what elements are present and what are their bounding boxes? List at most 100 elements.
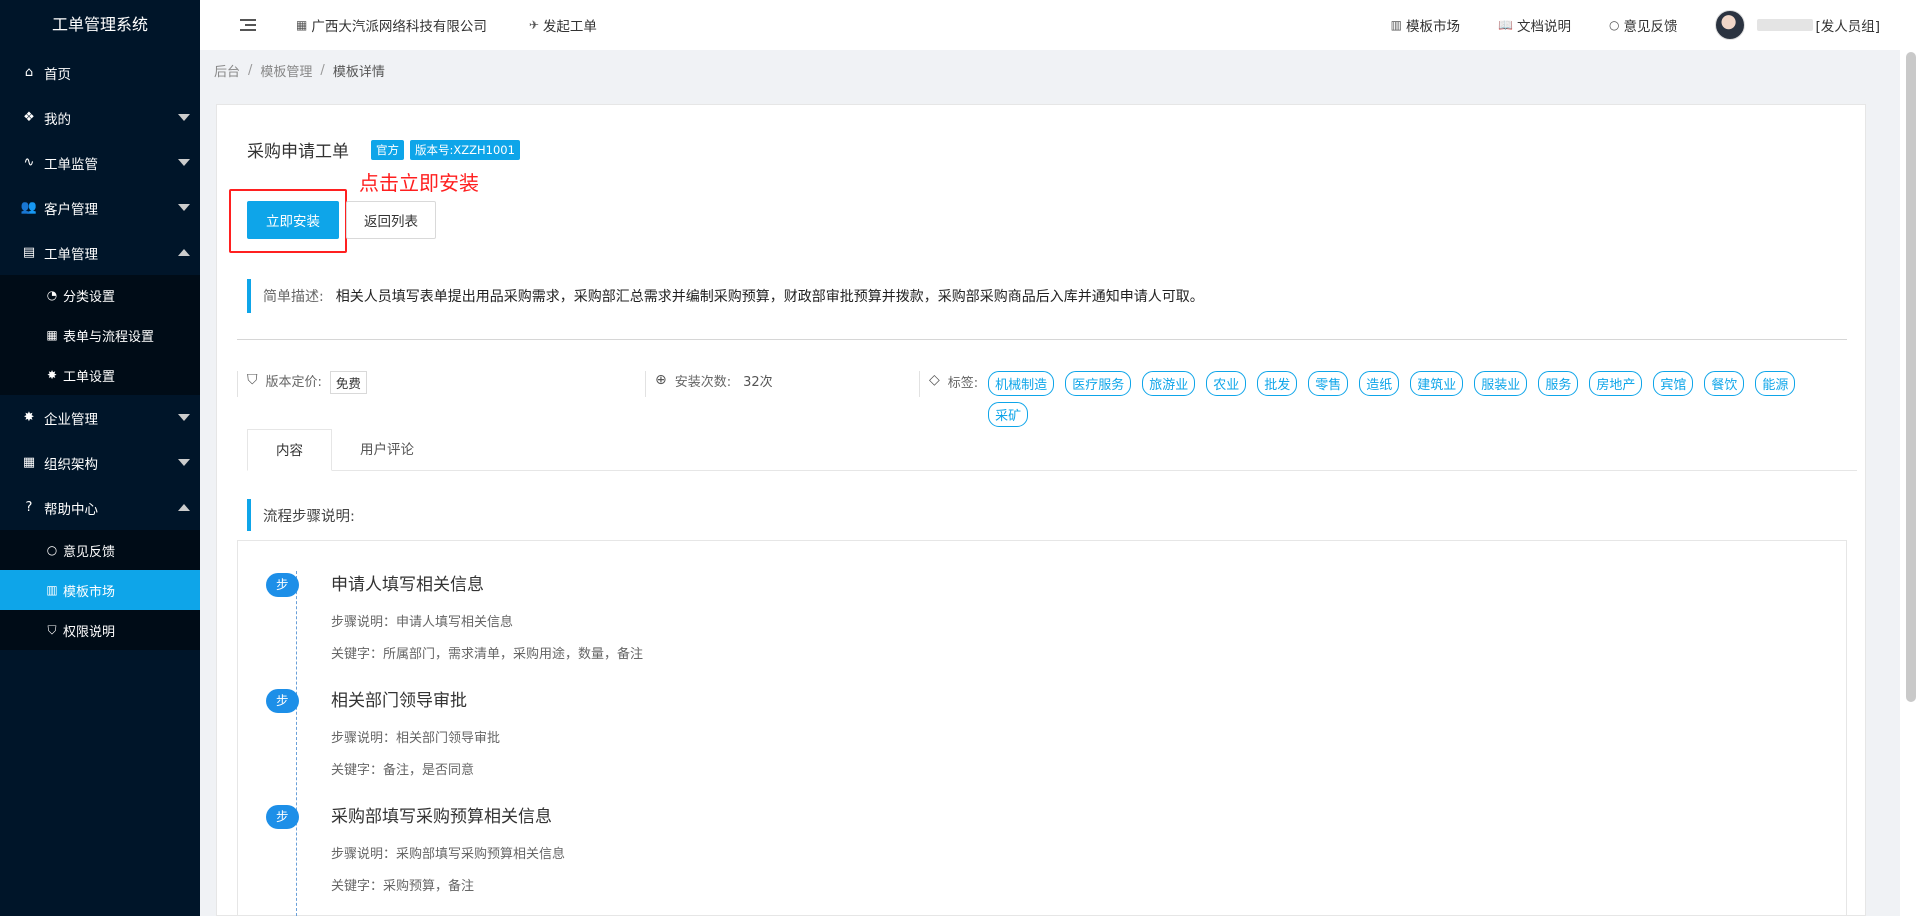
help-submenu: ○ 意见反馈 ▥ 模板市场 ⛉ 权限说明: [0, 530, 200, 650]
tag-chip[interactable]: 服装业: [1474, 371, 1528, 396]
breadcrumb-separator: /: [248, 62, 253, 78]
company-name: 广西大汽派网络科技有限公司: [311, 19, 487, 35]
sidebar-item-label: 帮助中心: [44, 501, 98, 518]
meta-separator: [237, 371, 238, 397]
breadcrumb-template-manage[interactable]: 模板管理: [260, 61, 312, 80]
docs-link[interactable]: 📖 文档说明: [1498, 15, 1571, 35]
tag-list: 机械制造 医疗服务 旅游业 农业 批发 零售 造纸 建筑业 服装业 服务 房地产 宾馆 餐饮 能源采矿: [988, 371, 1838, 427]
tag-chip[interactable]: 宾馆: [1653, 371, 1694, 396]
breadcrumb: 后台 / 模板管理 / 模板详情: [214, 60, 385, 80]
sidebar-item-a-2[interactable]: ∿ 工单监管: [0, 140, 200, 185]
tag-chip[interactable]: 采矿: [988, 402, 1029, 427]
book-icon: 📖: [1498, 18, 1513, 32]
sidebar-subitem-label: 模板市场: [63, 584, 116, 600]
feedback-link[interactable]: ○ 意见反馈: [1609, 15, 1677, 35]
tag-chip[interactable]: 农业: [1206, 371, 1247, 396]
tag-chip[interactable]: 医疗服务: [1065, 371, 1132, 396]
template-market-link[interactable]: ▥ 模板市场: [1391, 15, 1460, 35]
sidebar-subitem-label: 表单与流程设置: [63, 329, 155, 345]
timeline-line: [296, 571, 297, 916]
tag-chip[interactable]: 机械制造: [988, 371, 1055, 396]
divider: [237, 339, 1847, 340]
back-to-list-button[interactable]: 返回列表: [346, 201, 436, 239]
step-keywords: 关键字：采购预算，备注: [331, 879, 475, 894]
sidebar-item-b-2[interactable]: ? 帮助中心: [0, 485, 200, 530]
step-keywords: 关键字：备注，是否同意: [331, 763, 475, 778]
clipboard-icon: ▤: [22, 245, 36, 260]
create-ticket-link[interactable]: ✈ 发起工单: [529, 15, 597, 35]
step-title: 采购部填写采购预算相关信息: [331, 807, 552, 827]
tag-chip[interactable]: 造纸: [1359, 371, 1400, 396]
meta-separator: [645, 371, 646, 397]
sidebar-subitem-label: 工单设置: [63, 369, 116, 385]
step-badge: 步骤2: [266, 689, 299, 756]
docs-label: 文档说明: [1516, 19, 1571, 35]
shield-check-icon: ⛉: [247, 372, 258, 388]
price-info: ⛉ 版本定价: 免费: [247, 371, 367, 394]
version-badge: 版本号:XZZH1001: [410, 139, 520, 160]
breadcrumb-home[interactable]: 后台: [214, 61, 240, 80]
avatar[interactable]: [1715, 10, 1746, 40]
grid-icon: ▦: [46, 328, 58, 342]
sidebar-item-b-0[interactable]: ✸ 企业管理: [0, 395, 200, 440]
layers-icon: ❖: [23, 110, 35, 125]
gear-icon: ✸: [46, 368, 58, 382]
step-description: 步骤说明：采购部填写采购预算相关信息: [331, 847, 566, 862]
content-tabs: 内容 用户评论: [247, 429, 1857, 471]
install-now-button[interactable]: 立即安装: [247, 201, 339, 239]
chevron-up-icon: [178, 249, 190, 256]
sidebar-item-a-3[interactable]: 👥 客户管理: [0, 185, 200, 230]
sidebar-subitem-help-1[interactable]: ▥ 模板市场: [0, 570, 200, 610]
menu-toggle-icon[interactable]: [240, 19, 256, 31]
tag-chip[interactable]: 建筑业: [1410, 371, 1464, 396]
step-description: 步骤说明：申请人填写相关信息: [331, 615, 514, 630]
workorder-submenu: ◔ 分类设置 ▦ 表单与流程设置 ✸ 工单设置: [0, 275, 200, 395]
sidebar-item-a-0[interactable]: ⌂ 首页: [0, 50, 200, 95]
company-switch-link[interactable]: ▦ 广西大汽派网络科技有限公司: [296, 15, 487, 35]
home-icon: ⌂: [24, 65, 34, 80]
template-title-row: 采购申请工单 官方 版本号:XZZH1001: [247, 137, 526, 162]
sidebar-subitem-workorder-2[interactable]: ✸ 工单设置: [0, 355, 200, 395]
tag-chip[interactable]: 能源: [1755, 371, 1796, 396]
gear-icon: ✸: [23, 410, 35, 425]
step-description: 步骤说明：相关部门领导审批: [331, 731, 501, 746]
sidebar-item-label: 工单管理: [44, 246, 98, 263]
scrollbar-thumb[interactable]: [1906, 52, 1916, 702]
pulse-icon: ∿: [23, 155, 35, 170]
chevron-down-icon: [178, 414, 190, 421]
install-count-value: 32次: [743, 375, 773, 390]
sidebar-item-a-4[interactable]: ▤ 工单管理: [0, 230, 200, 275]
steps-panel: 步骤1 申请人填写相关信息 步骤说明：申请人填写相关信息 关键字：所属部门，需求清单，…: [237, 540, 1847, 916]
sidebar-subitem-help-0[interactable]: ○ 意见反馈: [0, 530, 200, 570]
sidebar-item-a-1[interactable]: ❖ 我的: [0, 95, 200, 140]
tag-chip[interactable]: 服务: [1538, 371, 1579, 396]
breadcrumb-current: 模板详情: [332, 64, 385, 80]
step-badge: 步骤1: [266, 573, 299, 640]
page-scrollbar[interactable]: [1900, 50, 1920, 916]
price-label: 版本定价:: [265, 375, 322, 390]
question-icon: ?: [25, 500, 33, 515]
sidebar-item-b-1[interactable]: ▦ 组织架构: [0, 440, 200, 485]
tab-content[interactable]: 内容: [247, 429, 332, 471]
send-icon: ✈: [528, 18, 539, 32]
tag-chip[interactable]: 餐饮: [1704, 371, 1745, 396]
tag-chip[interactable]: 房地产: [1589, 371, 1643, 396]
user-group[interactable]: [发人员组]: [1815, 15, 1880, 35]
tag-chip[interactable]: 批发: [1257, 371, 1298, 396]
template-market-label: 模板市场: [1406, 19, 1461, 35]
chevron-down-icon: [178, 114, 190, 121]
step-badge: 步骤3: [266, 805, 299, 872]
sidebar-subitem-workorder-0[interactable]: ◔ 分类设置: [0, 275, 200, 315]
sidebar-subitem-help-2[interactable]: ⛉ 权限说明: [0, 610, 200, 650]
tag-icon: ◇: [929, 372, 940, 388]
sidebar-subitem-workorder-1[interactable]: ▦ 表单与流程设置: [0, 315, 200, 355]
chat-icon: ○: [46, 543, 58, 557]
chevron-up-icon: [178, 504, 190, 511]
install-count-info: ⊕ 安装次数: 32次: [655, 371, 773, 390]
template-detail-card: 采购申请工单 官方 版本号:XZZH1001 点击立即安装 立即安装 返回列表 …: [216, 104, 1866, 916]
tab-user-comments[interactable]: 用户评论: [332, 429, 442, 471]
feedback-label: 意见反馈: [1623, 19, 1678, 35]
tag-chip[interactable]: 旅游业: [1142, 371, 1196, 396]
tag-chip[interactable]: 零售: [1308, 371, 1349, 396]
sidebar-item-label: 工单监管: [44, 156, 98, 173]
